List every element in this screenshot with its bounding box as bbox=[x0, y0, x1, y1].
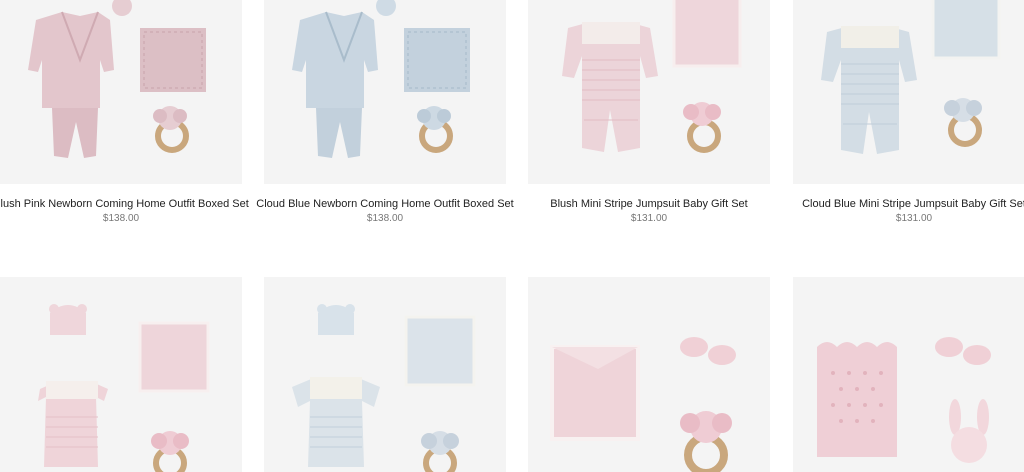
product-image[interactable] bbox=[793, 277, 1024, 472]
product-card-5[interactable] bbox=[0, 277, 242, 472]
product-card-1[interactable]: Blush Pink Newborn Coming Home Outfit Bo… bbox=[0, 0, 249, 230]
product-card-8[interactable] bbox=[793, 277, 1024, 472]
product-image[interactable] bbox=[528, 0, 770, 184]
product-card-2[interactable]: Cloud Blue Newborn Coming Home Outfit Bo… bbox=[256, 0, 514, 230]
bubble-romper-set-illustration bbox=[38, 304, 210, 472]
product-card-4[interactable]: Cloud Blue Mini Stripe Jumpsuit Baby Gif… bbox=[793, 0, 1024, 230]
product-price: $138.00 bbox=[102, 213, 140, 224]
jumpsuit-gift-set-illustration bbox=[562, 0, 742, 153]
blanket-booties-elephant-set-illustration bbox=[550, 337, 736, 472]
pointelle-blanket-bunny-set-illustration bbox=[817, 337, 991, 463]
product-title[interactable]: Cloud Blue Mini Stripe Jumpsuit Baby Gif… bbox=[773, 198, 1024, 210]
product-image[interactable] bbox=[264, 0, 506, 184]
product-image[interactable] bbox=[0, 0, 242, 184]
product-price: $131.00 bbox=[630, 213, 668, 224]
product-image[interactable] bbox=[264, 277, 506, 472]
product-card-6[interactable] bbox=[264, 277, 506, 472]
product-image[interactable] bbox=[528, 277, 770, 472]
product-grid: Blush Pink Newborn Coming Home Outfit Bo… bbox=[0, 0, 1024, 472]
product-title[interactable]: Cloud Blue Newborn Coming Home Outfit Bo… bbox=[244, 198, 526, 210]
shortall-set-illustration bbox=[292, 304, 476, 472]
product-price: $138.00 bbox=[366, 213, 404, 224]
product-image[interactable] bbox=[793, 0, 1024, 184]
product-price: $131.00 bbox=[895, 213, 933, 224]
product-title[interactable]: Blush Pink Newborn Coming Home Outfit Bo… bbox=[0, 198, 262, 210]
knit-outfit-set-illustration bbox=[292, 0, 470, 158]
product-image[interactable] bbox=[0, 277, 242, 472]
product-title[interactable]: Blush Mini Stripe Jumpsuit Baby Gift Set bbox=[508, 198, 790, 210]
product-card-3[interactable]: Blush Mini Stripe Jumpsuit Baby Gift Set… bbox=[528, 0, 770, 230]
product-card-7[interactable] bbox=[528, 277, 770, 472]
knit-outfit-set-illustration bbox=[28, 0, 206, 158]
jumpsuit-gift-set-illustration bbox=[821, 0, 1001, 154]
